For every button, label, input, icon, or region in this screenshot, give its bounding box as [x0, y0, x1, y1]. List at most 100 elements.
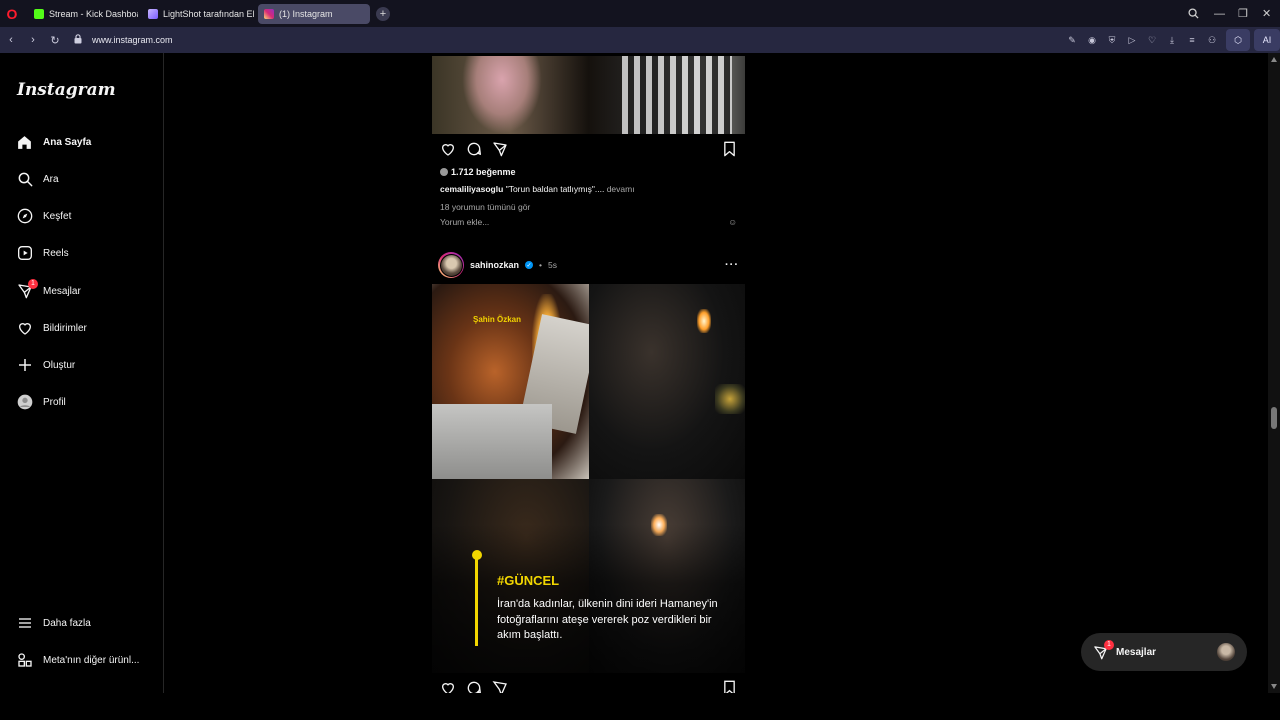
collage-photo-2: [589, 284, 745, 479]
lock-icon[interactable]: [74, 34, 82, 46]
sidebar-item-notifications[interactable]: Bildirimler: [16, 317, 87, 339]
meta-apps-icon: [16, 652, 33, 669]
accent-line: [471, 550, 482, 646]
plus-icon: [16, 357, 33, 374]
caption-text: "Torun baldan tatlıymış"....: [505, 184, 605, 194]
account-icon[interactable]: ⚇: [1202, 35, 1222, 46]
tab-instagram[interactable]: (1) Instagram: [258, 3, 370, 24]
sidebar-item-label: Meta'nın diğer ürünl...: [43, 654, 140, 666]
extension-icon[interactable]: ⬡: [1226, 29, 1250, 51]
messages-button-label: Mesajlar: [1116, 646, 1157, 658]
close-window-button[interactable]: ✕: [1262, 0, 1271, 27]
menu-icon[interactable]: ≡: [1182, 35, 1202, 45]
bookmark-icon[interactable]: [722, 680, 737, 693]
sidebar-item-profile[interactable]: Profil: [16, 391, 66, 413]
sidebar-item-messages[interactable]: 1 Mesajlar: [16, 278, 81, 302]
compass-icon: [16, 208, 33, 225]
instagram-page: Instagram Ana Sayfa Ara Keşfet Reels 1 M…: [0, 53, 1280, 693]
reload-button[interactable]: ↻: [44, 34, 66, 47]
address-bar: ‹ › ↻ www.instagram.com ✎ ◉ ⛨ ▷ ♡ ⤓ ≡ ⚇ …: [0, 27, 1280, 53]
edit-icon[interactable]: ✎: [1062, 35, 1082, 46]
watermark: Şahin Özkan: [473, 315, 522, 324]
search-tabs-icon[interactable]: [1188, 0, 1199, 27]
share-icon[interactable]: [492, 680, 508, 693]
camera-icon[interactable]: ◉: [1082, 35, 1102, 46]
taskbar-strip: [0, 693, 1280, 720]
ai-button[interactable]: AI: [1254, 29, 1280, 51]
collage-photo-1: Şahin Özkan: [432, 284, 599, 479]
add-comment-field[interactable]: Yorum ekle... ☺: [440, 217, 737, 227]
likes-label: 1.712 beğenme: [451, 167, 516, 177]
caption-more-link[interactable]: devamı: [607, 184, 635, 194]
sidebar-item-label: Reels: [43, 247, 69, 259]
download-icon[interactable]: ⤓: [1162, 35, 1182, 46]
back-button[interactable]: ‹: [0, 34, 22, 46]
emoji-icon[interactable]: ☺: [728, 217, 737, 227]
profile-avatar-icon: [16, 394, 33, 411]
messenger-icon: 1: [16, 278, 38, 300]
bookmark-icon[interactable]: [722, 141, 737, 162]
post-image[interactable]: [432, 56, 745, 134]
avatar: [1217, 643, 1235, 661]
view-all-comments-link[interactable]: 18 yorumun tümünü gör: [440, 202, 530, 212]
maximize-button[interactable]: ❐: [1238, 0, 1248, 27]
post-caption: cemaliliyasoglu "Torun baldan tatlıymış"…: [440, 184, 635, 194]
sidebar-item-label: Oluştur: [43, 359, 76, 371]
scroll-up-arrow-icon[interactable]: [1271, 57, 1277, 62]
shield-icon[interactable]: ⛨: [1102, 35, 1122, 46]
caption-username[interactable]: cemaliliyasoglu: [440, 184, 503, 194]
post-time-dot: •: [539, 260, 542, 270]
sidebar-item-label: Profil: [43, 396, 66, 408]
more-options-icon[interactable]: ···: [725, 259, 739, 271]
likes-count[interactable]: 1.712 beğenme: [440, 167, 516, 177]
comment-icon[interactable]: [466, 680, 482, 693]
opera-logo-icon[interactable]: O: [0, 0, 24, 27]
instagram-logo[interactable]: Instagram: [17, 80, 116, 100]
url-field[interactable]: www.instagram.com: [92, 35, 173, 45]
messages-button[interactable]: 1 Mesajlar: [1081, 633, 1247, 671]
home-icon: [16, 134, 33, 151]
photo-detail: [432, 404, 552, 479]
new-tab-button[interactable]: +: [376, 6, 390, 21]
sidebar-item-label: Daha fazla: [43, 617, 91, 629]
lightshot-feather-icon: [148, 8, 158, 19]
post-actions: [440, 680, 737, 693]
post-time[interactable]: 5s: [548, 260, 557, 270]
scrollbar-thumb[interactable]: [1271, 407, 1277, 429]
comment-icon[interactable]: [466, 141, 482, 162]
notification-badge: 1: [1104, 639, 1114, 650]
sidebar-item-label: Mesajlar: [43, 285, 81, 297]
sidebar-item-label: Ana Sayfa: [43, 136, 92, 148]
sidebar-item-search[interactable]: Ara: [16, 168, 59, 190]
flame-detail: [697, 309, 711, 333]
sidebar-item-more[interactable]: Daha fazla: [16, 612, 91, 634]
minimize-button[interactable]: —: [1214, 0, 1225, 27]
browser-tab-bar: O Stream - Kick Dashboard LightShot tara…: [0, 0, 1280, 27]
sidebar-item-create[interactable]: Oluştur: [16, 354, 75, 376]
tab-kick-dashboard[interactable]: Stream - Kick Dashboard: [28, 4, 138, 24]
sidebar-item-reels[interactable]: Reels: [16, 242, 69, 264]
scroll-down-arrow-icon[interactable]: [1271, 684, 1277, 689]
tab-lightshot[interactable]: LightShot tarafından Ekran: [142, 4, 254, 24]
avatar-image: [439, 253, 463, 277]
post-photo-detail: [462, 56, 542, 134]
sidebar-item-label: Ara: [43, 173, 59, 185]
scrollbar[interactable]: [1268, 53, 1280, 693]
photo-detail: [715, 384, 745, 414]
share-icon[interactable]: [492, 141, 508, 162]
messenger-icon: 1: [1093, 639, 1114, 660]
play-icon[interactable]: ▷: [1122, 35, 1142, 46]
forward-button[interactable]: ›: [22, 34, 44, 46]
sidebar-item-explore[interactable]: Keşfet: [16, 205, 71, 227]
sidebar-item-meta[interactable]: Meta'nın diğer ürünl...: [16, 649, 139, 671]
heart-bookmark-icon[interactable]: ♡: [1142, 35, 1162, 46]
avatar[interactable]: [438, 252, 464, 278]
post-headline: İran'da kadınlar, ülkenin dini ideri Ham…: [497, 598, 718, 641]
sidebar-item-home[interactable]: Ana Sayfa: [16, 131, 91, 153]
like-icon[interactable]: [440, 141, 456, 162]
tab-label: LightShot tarafından Ekran: [163, 8, 254, 19]
post-image[interactable]: Şahin Özkan #GÜNCEL İran'da kadınlar, ül…: [432, 284, 745, 673]
post-username[interactable]: sahinozkan: [470, 260, 519, 270]
like-icon[interactable]: [440, 680, 456, 693]
kick-icon: [34, 8, 44, 19]
